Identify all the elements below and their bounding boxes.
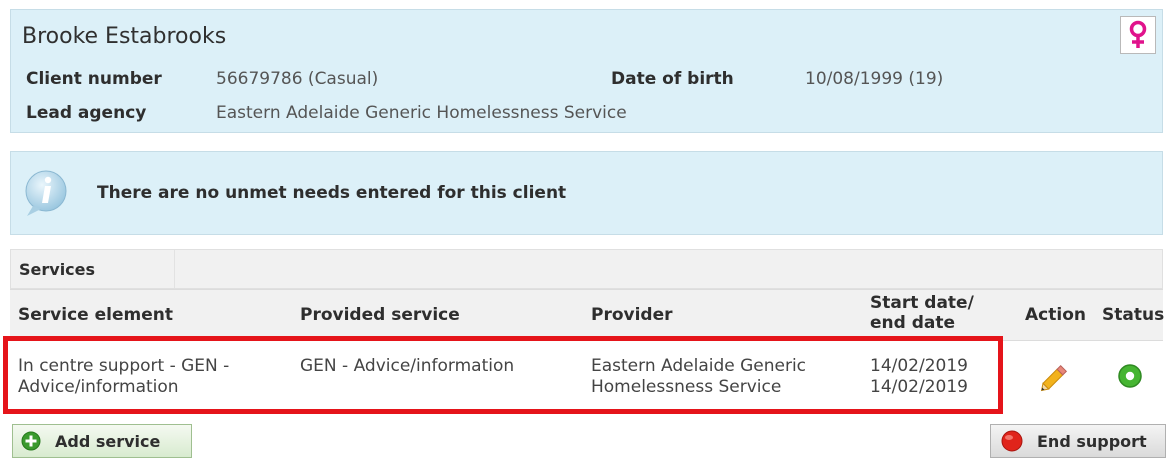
col-header-provided-service: Provided service	[300, 305, 460, 325]
provided-service-cell: GEN - Advice/information	[300, 356, 515, 376]
service-element-cell: In centre support - GEN - Advice/informa…	[18, 356, 229, 398]
col-header-service-element: Service element	[18, 305, 173, 325]
status-open-icon	[1117, 363, 1143, 393]
services-section-header: Services	[10, 249, 1163, 289]
female-icon	[1120, 16, 1156, 54]
client-summary-panel: Brooke Estabrooks Client number 56679786…	[10, 9, 1163, 133]
end-support-button[interactable]: End support	[990, 424, 1166, 458]
add-service-label: Add service	[55, 431, 161, 451]
col-header-status: Status	[1102, 305, 1165, 325]
end-date: 14/02/2019	[870, 377, 968, 397]
add-service-button[interactable]: Add service	[12, 424, 192, 458]
col-header-dates-line1: Start date/	[870, 293, 974, 313]
add-icon	[21, 431, 41, 451]
dob-value: 10/08/1999 (19)	[805, 69, 944, 89]
services-table-header: Service element Provided service Provide…	[10, 289, 1165, 341]
service-element-line2: Advice/information	[18, 377, 179, 397]
client-number-value: 56679786 (Casual)	[216, 69, 379, 89]
info-icon	[21, 168, 71, 218]
col-header-dates: Start date/ end date	[870, 293, 974, 333]
start-date: 14/02/2019	[870, 356, 968, 376]
service-element-line1: In centre support - GEN -	[18, 356, 230, 376]
col-header-provider: Provider	[591, 305, 673, 325]
col-header-dates-line2: end date	[870, 313, 956, 333]
lead-agency-label: Lead agency	[26, 103, 147, 123]
lead-agency-value: Eastern Adelaide Generic Homelessness Se…	[216, 103, 627, 123]
provider-line1: Eastern Adelaide Generic	[591, 356, 807, 376]
services-title: Services	[19, 260, 96, 279]
client-number-label: Client number	[26, 69, 162, 89]
unmet-needs-message: There are no unmet needs entered for thi…	[97, 183, 567, 203]
stop-icon	[1001, 430, 1023, 452]
pencil-icon[interactable]	[1038, 360, 1072, 398]
provider-cell: Eastern Adelaide Generic Homelessness Se…	[591, 356, 806, 398]
client-name: Brooke Estabrooks	[22, 24, 227, 49]
dates-cell: 14/02/2019 14/02/2019	[870, 356, 968, 398]
header-divider	[174, 250, 175, 288]
provider-line2: Homelessness Service	[591, 377, 782, 397]
unmet-needs-info-panel: There are no unmet needs entered for thi…	[10, 151, 1163, 235]
col-header-action: Action	[1025, 305, 1086, 325]
dob-label: Date of birth	[611, 69, 734, 89]
end-support-label: End support	[1037, 431, 1147, 451]
